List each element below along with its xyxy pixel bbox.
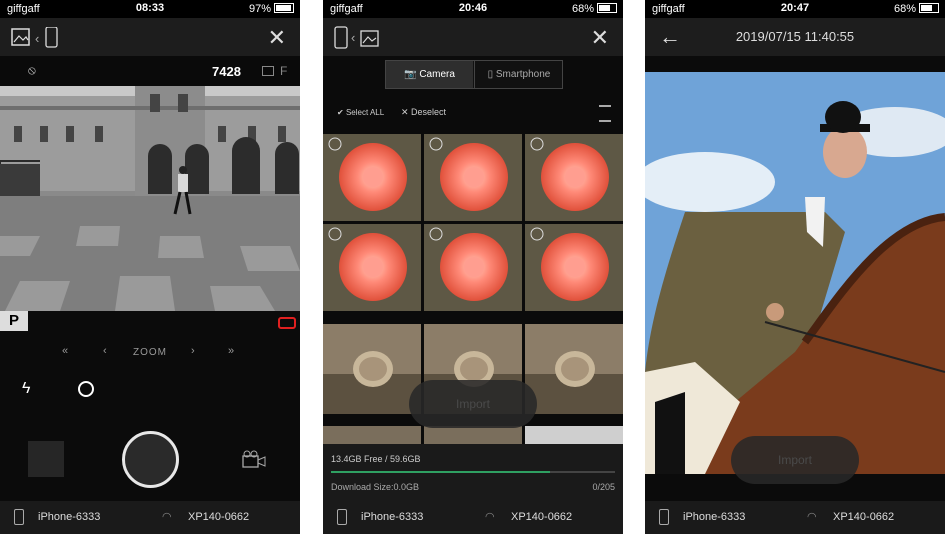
thumbnail[interactable] [423, 134, 523, 222]
battery-percent: 68% [571, 3, 594, 15]
camera-info-bar: ⦸ 7428 F [0, 56, 300, 86]
battery-indicator: 68% [894, 3, 939, 15]
status-bar: giffgaff 20:47 68% [645, 0, 945, 18]
storage-bar [331, 471, 615, 473]
storage-text: 13.4GB Free / 59.6GB [331, 454, 421, 464]
import-button[interactable]: Import [731, 436, 859, 484]
connection-bar: iPhone-6333 ◠ XP140-0662 [645, 501, 945, 534]
flash-off-icon: ⦸ [28, 63, 36, 77]
full-image[interactable] [645, 72, 945, 474]
last-photo-thumbnail[interactable] [28, 441, 64, 477]
shooting-mode-badge: P [0, 311, 28, 331]
download-size: Download Size:0.0GB [331, 482, 420, 492]
thumbnail[interactable] [524, 223, 623, 312]
import-button[interactable]: Import [409, 380, 537, 428]
zoom-in-fast-icon[interactable]: » [228, 345, 234, 357]
wifi-icon: ◠ [162, 511, 172, 523]
tab-camera[interactable]: 📷 Camera [386, 61, 473, 88]
phone-to-gallery-icon[interactable]: ‹ [10, 27, 62, 49]
image-size-icon [262, 66, 274, 76]
close-icon[interactable]: ✕ [268, 25, 286, 51]
battery-indicator: 68% [572, 3, 617, 15]
device-name: iPhone-6333 [361, 511, 424, 523]
connection-bar: iPhone-6333 ◠ XP140-0662 [0, 501, 300, 534]
storage-panel: 13.4GB Free / 59.6GB Download Size:0.0GB… [323, 444, 623, 501]
top-bar: ‹ ✕ [323, 18, 623, 56]
phone-image-viewer: giffgaff 20:47 68% ← 2019/07/15 11:40:55… [645, 0, 945, 534]
shots-remaining: 7428 [212, 64, 241, 79]
thumbnail[interactable] [423, 223, 523, 312]
zoom-controls: « ‹ ZOOM › » [0, 345, 300, 361]
video-camera-icon[interactable] [242, 450, 266, 468]
tab-smartphone[interactable]: ▯ Smartphone [474, 61, 563, 88]
zoom-label: ZOOM [133, 347, 167, 358]
battery-icon [597, 3, 617, 13]
live-view-image[interactable] [0, 86, 300, 311]
storage-bar-fill [331, 471, 550, 473]
battery-icon [919, 3, 939, 13]
device-name: iPhone-6333 [38, 511, 101, 523]
thumbnail[interactable] [323, 134, 422, 222]
thumbnail[interactable] [323, 223, 422, 312]
select-all-label: Select ALL [345, 108, 385, 117]
thumbnail[interactable] [323, 324, 421, 414]
camera-name: XP140-0662 [833, 511, 895, 523]
thumbnail[interactable] [524, 134, 623, 222]
camera-name: XP140-0662 [188, 511, 250, 523]
wifi-icon: ◠ [807, 511, 817, 523]
flash-icon[interactable]: ϟ [22, 380, 30, 398]
status-bar: giffgaff 08:33 97% [0, 0, 300, 18]
deselect-label: Deselect [411, 107, 447, 117]
deselect-button[interactable]: ✕ Deselect [401, 107, 446, 118]
smartphone-icon [14, 509, 24, 525]
battery-icon [274, 3, 294, 13]
camera-to-gallery-icon[interactable]: ‹ [333, 26, 385, 50]
tab-camera-label: Camera [419, 69, 455, 80]
status-bar: giffgaff 20:46 68% [323, 0, 623, 18]
smartphone-icon [337, 509, 347, 525]
thumbnail[interactable] [525, 324, 623, 414]
zoom-in-icon[interactable]: › [191, 345, 195, 357]
svg-text:‹: ‹ [351, 30, 355, 45]
close-icon[interactable]: ✕ [591, 25, 609, 51]
battery-percent: 97% [248, 3, 271, 15]
svg-text:‹: ‹ [35, 31, 39, 46]
phone-remote-shooting: giffgaff 08:33 97% ‹ ✕ ⦸ 7428 F P « ‹ ZO… [0, 0, 300, 534]
top-bar: ← 2019/07/15 11:40:55 [645, 18, 945, 56]
battery-percent: 68% [893, 3, 916, 15]
device-name: iPhone-6333 [683, 511, 746, 523]
connection-bar: iPhone-6333 ◠ XP140-0662 [323, 501, 623, 534]
smartphone-icon [659, 509, 669, 525]
wifi-icon: ◠ [485, 511, 495, 523]
battery-indicator: 97% [249, 3, 294, 15]
record-indicator-icon [278, 317, 296, 329]
self-timer-icon[interactable] [78, 381, 94, 397]
grid-view-icon[interactable] [599, 105, 611, 122]
image-timestamp: 2019/07/15 11:40:55 [735, 29, 855, 44]
shutter-button[interactable] [122, 431, 179, 488]
tab-smartphone-label: Smartphone [495, 69, 551, 80]
phone-image-import: giffgaff 20:46 68% ‹ ✕ 📷 Camera ▯ Smartp… [323, 0, 623, 534]
top-bar: ‹ ✕ [0, 18, 300, 56]
camera-name: XP140-0662 [511, 511, 573, 523]
select-all-button[interactable]: ✔ Select ALL [337, 108, 384, 117]
source-tabs: 📷 Camera ▯ Smartphone [385, 60, 563, 89]
selected-count: 0/205 [592, 482, 615, 492]
quality-label: F [280, 64, 288, 78]
